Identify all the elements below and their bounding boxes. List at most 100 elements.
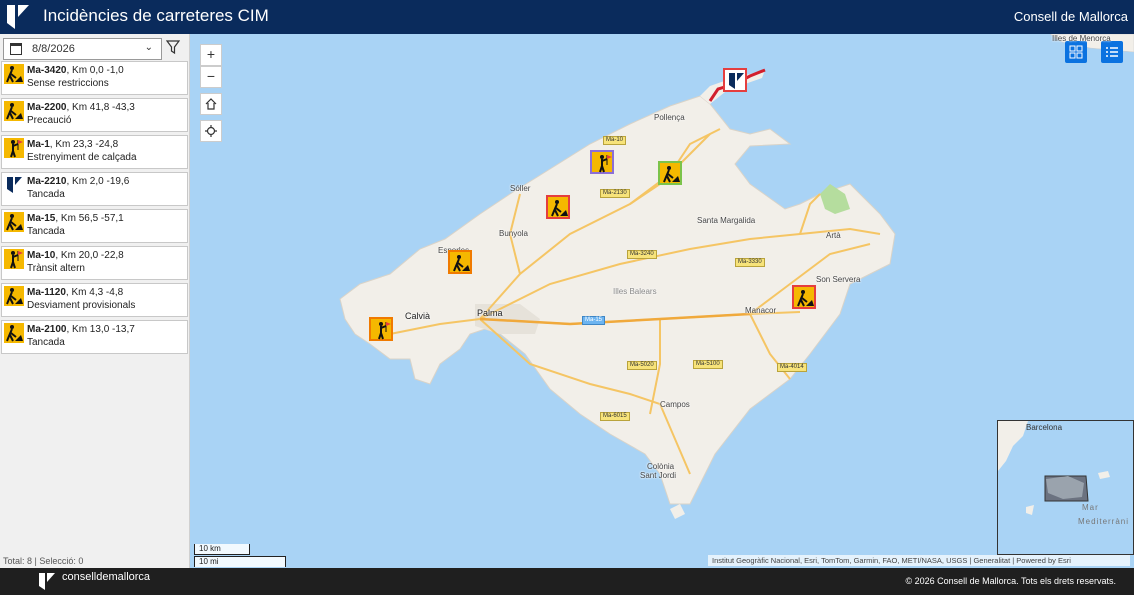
list-total: Total: 8 | Selecció: 0 (3, 556, 84, 566)
road-shield: Ma-2130 (600, 189, 630, 198)
place-label: Palma (477, 308, 503, 318)
zoom-out-button[interactable]: − (200, 66, 222, 88)
flagger-icon (378, 322, 391, 340)
incident-marker[interactable] (658, 161, 682, 185)
overview-label: Mar (1082, 503, 1099, 512)
incident-status: Tancada (27, 226, 65, 237)
locate-icon (205, 125, 217, 137)
place-label: Pollença (654, 113, 685, 122)
map-attribution[interactable]: Institut Geogràfic Nacional, Esri, TomTo… (708, 555, 1130, 566)
basemap-gallery-button[interactable] (1065, 41, 1087, 63)
roadwork-icon (4, 212, 24, 232)
incident-status: Estrenyiment de calçada (27, 152, 137, 163)
list-item[interactable]: Ma-1120, Km 4,3 -4,8 Desviament provisio… (1, 283, 188, 317)
km-range: , Km 20,0 -22,8 (55, 250, 124, 261)
overview-map[interactable]: Barcelona Mar Mediterràni (997, 420, 1134, 555)
app-footer: conselldemallorca © 2026 Consell de Mall… (0, 568, 1134, 595)
place-label: Manacor (745, 306, 777, 315)
locate-button[interactable] (200, 120, 222, 142)
overview-base (998, 421, 1110, 515)
place-label: Colònia (647, 462, 675, 471)
road-id: Ma-2200 (27, 102, 67, 113)
incident-marker[interactable] (448, 250, 472, 274)
road-shield: Ma-3240 (627, 250, 657, 259)
place-label: Sant Jordi (640, 471, 677, 480)
incident-marker[interactable] (792, 285, 816, 309)
road-id: Ma-1120 (27, 287, 66, 298)
roadwork-icon (4, 64, 24, 84)
road-shield: Ma-5020 (627, 361, 657, 370)
grid-icon (1069, 45, 1083, 59)
roadwork-icon (4, 101, 24, 121)
km-range: , Km 56,5 -57,1 (55, 213, 124, 224)
km-range: , Km 13,0 -13,7 (66, 324, 135, 335)
roadwork-icon (4, 323, 24, 343)
home-icon (205, 98, 217, 110)
scale-bar: 10 km 10 mi (194, 544, 286, 567)
place-label: Son Servera (816, 275, 861, 284)
list-item[interactable]: Ma-2200, Km 41,8 -43,3 Precaució (1, 98, 188, 132)
incident-marker[interactable] (590, 150, 614, 174)
org-name[interactable]: Consell de Mallorca (1014, 9, 1128, 24)
app-header: Incidències de carreteres CIM Consell de… (0, 0, 1134, 34)
closed-road-icon (729, 73, 744, 89)
km-range: , Km 41,8 -43,3 (66, 102, 135, 113)
road-shield: Ma-4014 (777, 363, 807, 372)
km-range: , Km 0,0 -1,0 (66, 65, 124, 76)
road-id: Ma-3420 (27, 65, 67, 76)
layer-list-button[interactable] (1101, 41, 1123, 63)
scale-mi: 10 mi (194, 556, 286, 567)
list-item[interactable]: Ma-15, Km 56,5 -57,1 Tancada (1, 209, 188, 243)
zoom-in-button[interactable]: + (200, 44, 222, 66)
map-view[interactable]: + − Illes de Menorca Pollença Sóller Bun… (190, 34, 1134, 568)
list-item[interactable]: Ma-3420, Km 0,0 -1,0 Sense restriccions (1, 61, 188, 95)
incident-sidebar: 8/8/2026 ⌄ Ma-3420, Km 0,0 -1,0 Sense re… (0, 34, 190, 568)
road-id: Ma-2210 (27, 176, 67, 187)
road-shield: Ma-15 (582, 316, 606, 325)
road-id: Ma-2100 (27, 324, 67, 335)
consell-logo-icon (7, 5, 29, 29)
home-button[interactable] (200, 93, 222, 115)
list-item[interactable]: Ma-10, Km 20,0 -22,8 Trànsit altern (1, 246, 188, 280)
incident-status: Sense restriccions (27, 78, 109, 89)
place-label: Santa Margalida (697, 216, 756, 225)
incident-status: Precaució (27, 115, 72, 126)
road-shield: Ma-6015 (600, 412, 630, 421)
place-label: Artà (826, 231, 841, 240)
incident-status: Tancada (27, 337, 65, 348)
incident-marker[interactable] (369, 317, 393, 341)
overview-label: Barcelona (1026, 423, 1063, 432)
incident-status: Trànsit altern (27, 263, 85, 274)
list-item[interactable]: Ma-2100, Km 13,0 -13,7 Tancada (1, 320, 188, 354)
place-label: Calvià (405, 311, 431, 321)
incident-marker-closed[interactable] (723, 68, 747, 92)
date-picker[interactable]: 8/8/2026 ⌄ (3, 38, 162, 60)
incident-status: Desviament provisionals (27, 300, 136, 311)
list-icon (1106, 47, 1118, 57)
roadwork-icon (4, 286, 24, 306)
road-id: Ma-1 (27, 139, 50, 150)
roadwork-icon (551, 200, 568, 217)
place-label: Illes Balears (613, 287, 657, 296)
incident-marker[interactable] (546, 195, 570, 219)
incident-status: Tancada (27, 189, 65, 200)
road-shield: Ma-10 (603, 136, 627, 145)
consell-logo-icon (39, 573, 55, 590)
km-range: , Km 23,3 -24,8 (49, 139, 119, 150)
list-item[interactable]: Ma-2210, Km 2,0 -19,6 Tancada (1, 172, 188, 206)
chevron-down-icon: ⌄ (144, 42, 153, 53)
date-value: 8/8/2026 (32, 43, 75, 55)
app-title: Incidències de carreteres CIM (43, 6, 269, 25)
road-id: Ma-15 (27, 213, 56, 224)
flagger-icon (599, 155, 612, 173)
incident-list: Ma-3420, Km 0,0 -1,0 Sense restriccions … (0, 61, 190, 357)
road-shield: Ma-5100 (693, 360, 723, 369)
flagger-icon (4, 138, 24, 158)
filter-icon[interactable] (166, 39, 180, 55)
place-label: Bunyola (499, 229, 528, 238)
calendar-icon (10, 43, 22, 55)
km-range: , Km 2,0 -19,6 (66, 176, 130, 187)
footer-brand[interactable]: conselldemallorca (62, 571, 150, 583)
road-shield: Ma-3330 (735, 258, 765, 267)
list-item[interactable]: Ma-1, Km 23,3 -24,8 Estrenyiment de calç… (1, 135, 188, 169)
